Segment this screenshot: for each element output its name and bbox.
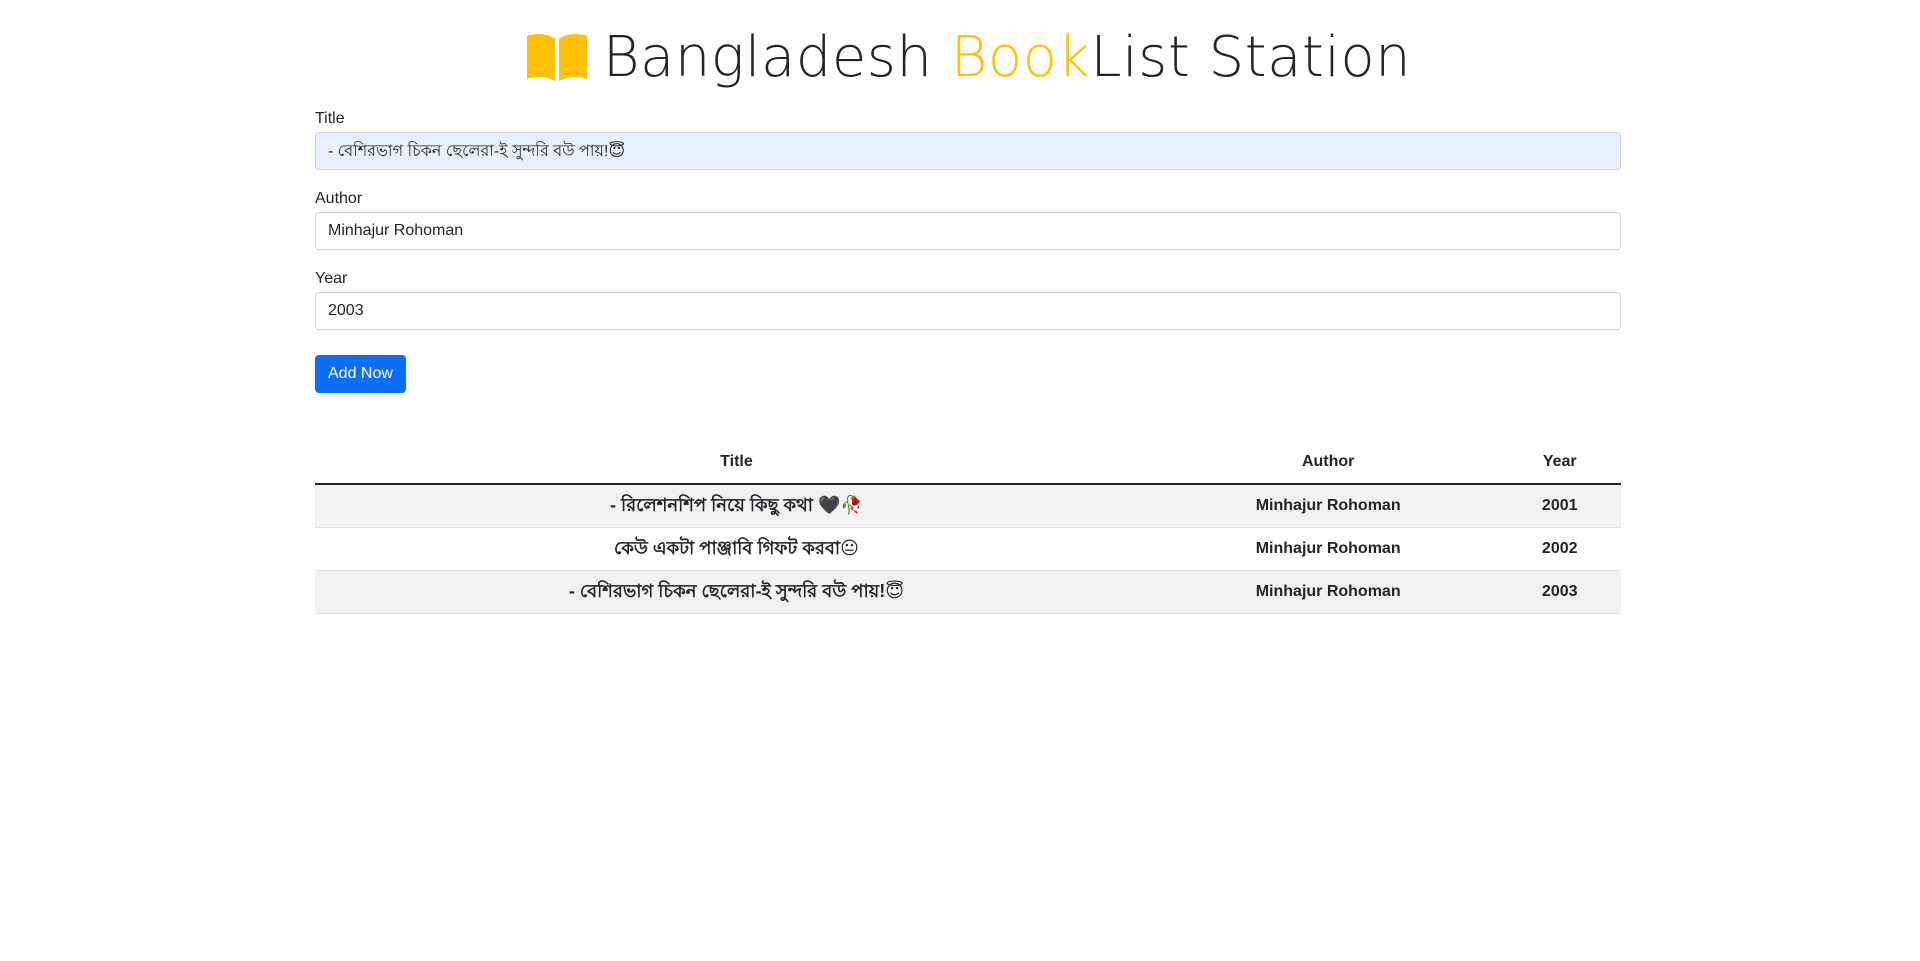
column-header-title: Title xyxy=(315,441,1158,485)
row-year-cell: 2001 xyxy=(1498,484,1621,528)
column-header-year: Year xyxy=(1498,441,1621,485)
row-title-cell: - রিলেশনশিপ নিয়ে কিছু কথা 🖤🥀 xyxy=(315,484,1158,528)
book-list-table: Title Author Year - রিলেশনশিপ নিয়ে কিছু… xyxy=(315,441,1621,614)
year-label: Year xyxy=(315,270,348,287)
add-book-form: Title Author Year Add Now xyxy=(315,110,1621,393)
table-head: Title Author Year xyxy=(315,441,1621,485)
table-body: - রিলেশনশিপ নিয়ে কিছু কথা 🖤🥀 Minhajur R… xyxy=(315,484,1621,614)
author-label: Author xyxy=(315,190,363,207)
row-author-cell: Minhajur Rohoman xyxy=(1157,527,1499,571)
title-part-1: Bangladesh xyxy=(602,24,951,90)
page-container: Bangladesh BookList Station Title Author… xyxy=(315,0,1621,614)
table-header-row: Title Author Year xyxy=(315,441,1621,485)
year-input[interactable] xyxy=(315,292,1621,330)
row-author-cell: Minhajur Rohoman xyxy=(1157,570,1499,614)
row-year-cell: 2002 xyxy=(1498,527,1621,571)
title-input[interactable] xyxy=(315,132,1621,170)
column-header-author: Author xyxy=(1157,441,1499,485)
year-field-group: Year xyxy=(315,270,1621,330)
add-now-button[interactable]: Add Now xyxy=(315,355,406,393)
open-book-icon xyxy=(525,31,589,83)
row-title-cell: - বেশিরভাগ চিকন ছেলেরা-ই সুন্দরি বউ পায়… xyxy=(315,570,1158,614)
title-field-group: Title xyxy=(315,110,1621,170)
author-field-group: Author xyxy=(315,190,1621,250)
app-title: Bangladesh Book List Station xyxy=(525,25,1411,90)
table-row: - রিলেশনশিপ নিয়ে কিছু কথা 🖤🥀 Minhajur R… xyxy=(315,484,1621,528)
title-label: Title xyxy=(315,110,345,127)
row-title-cell: কেউ একটা পাঞ্জাবি গিফট করবা😐 xyxy=(315,527,1158,571)
page-header: Bangladesh Book List Station xyxy=(315,0,1621,110)
author-input[interactable] xyxy=(315,212,1621,250)
title-part-2: List Station xyxy=(1090,24,1412,90)
row-author-cell: Minhajur Rohoman xyxy=(1157,484,1499,528)
table-row: - বেশিরভাগ চিকন ছেলেরা-ই সুন্দরি বউ পায়… xyxy=(315,570,1621,614)
title-accent: Book xyxy=(950,24,1091,90)
table-row: কেউ একটা পাঞ্জাবি গিফট করবা😐 Minhajur Ro… xyxy=(315,527,1621,571)
row-year-cell: 2003 xyxy=(1498,570,1621,614)
